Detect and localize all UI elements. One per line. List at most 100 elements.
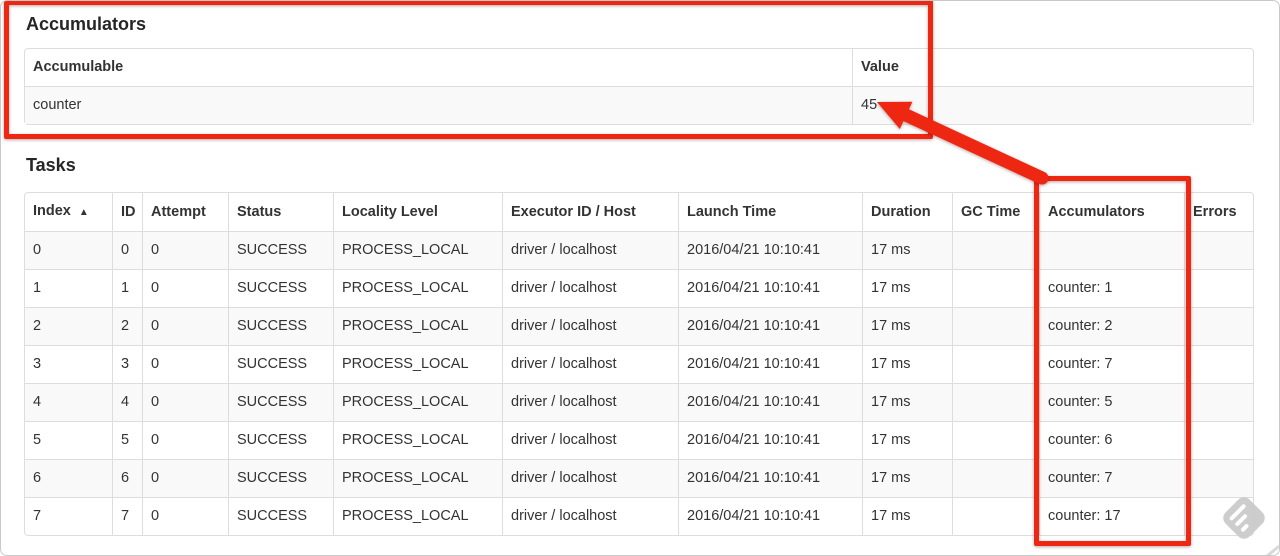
table-row: counter 45: [25, 86, 1253, 124]
cell-errors: [1184, 307, 1253, 345]
cell-locality-level: PROCESS_LOCAL: [333, 269, 502, 307]
accumulators-table-body: counter 45: [25, 86, 1253, 124]
cell-index: 2: [25, 307, 112, 345]
pointer-artifact: [1265, 544, 1279, 555]
cell-duration: 17 ms: [862, 383, 952, 421]
table-row: 6 6 0 SUCCESS PROCESS_LOCAL driver / localhos…: [25, 459, 1253, 497]
column-header-errors[interactable]: Errors: [1184, 193, 1253, 231]
cell-launch-time: 2016/04/21 10:10:41: [678, 383, 862, 421]
accumulators-table-head: Accumulable Value: [25, 49, 1253, 86]
header-row: Index ▲ ID Attempt Status Locality Level Execu…: [25, 193, 1253, 231]
cell-duration: 17 ms: [862, 269, 952, 307]
cell-accumulators: counter: 5: [1039, 383, 1184, 421]
table-row: 7 7 0 SUCCESS PROCESS_LOCAL driver / localhos…: [25, 497, 1253, 535]
cell-id: 7: [112, 497, 142, 535]
table-row: 5 5 0 SUCCESS PROCESS_LOCAL driver / localhos…: [25, 421, 1253, 459]
accumulators-table: Accumulable Value counter 45: [24, 48, 1254, 125]
cell-id: 6: [112, 459, 142, 497]
header-row: Accumulable Value: [25, 49, 1253, 86]
column-header-accumulators[interactable]: Accumulators: [1039, 193, 1184, 231]
cell-gc-time: [952, 459, 1039, 497]
column-header-duration[interactable]: Duration: [862, 193, 952, 231]
cell-launch-time: 2016/04/21 10:10:41: [678, 459, 862, 497]
tasks-table: Index ▲ ID Attempt Status Locality Level Execu…: [24, 192, 1254, 536]
table-row: 1 1 0 SUCCESS PROCESS_LOCAL driver / localhos…: [25, 269, 1253, 307]
cell-index: 1: [25, 269, 112, 307]
cell-attempt: 0: [142, 307, 228, 345]
cell-gc-time: [952, 421, 1039, 459]
cell-gc-time: [952, 345, 1039, 383]
cell-status: SUCCESS: [228, 459, 333, 497]
cell-errors: [1184, 345, 1253, 383]
cell-id: 4: [112, 383, 142, 421]
column-header-gc-time[interactable]: GC Time: [952, 193, 1039, 231]
cell-executor-id-host: driver / localhost: [502, 459, 678, 497]
cell-attempt: 0: [142, 383, 228, 421]
cell-attempt: 0: [142, 345, 228, 383]
column-header-value: Value: [852, 49, 1253, 86]
cell-accumulators: counter: 2: [1039, 307, 1184, 345]
column-header-index[interactable]: Index ▲: [25, 193, 112, 231]
cell-launch-time: 2016/04/21 10:10:41: [678, 269, 862, 307]
cell-locality-level: PROCESS_LOCAL: [333, 307, 502, 345]
cell-executor-id-host: driver / localhost: [502, 307, 678, 345]
cell-index: 6: [25, 459, 112, 497]
tasks-table-body: 0 0 0 SUCCESS PROCESS_LOCAL driver / localhos…: [25, 231, 1253, 535]
column-header-attempt[interactable]: Attempt: [142, 193, 228, 231]
cell-executor-id-host: driver / localhost: [502, 231, 678, 269]
sort-ascending-icon: ▲: [78, 207, 89, 218]
cell-launch-time: 2016/04/21 10:10:41: [678, 345, 862, 383]
cell-status: SUCCESS: [228, 269, 333, 307]
column-header-executor-id-host[interactable]: Executor ID / Host: [502, 193, 678, 231]
cell-status: SUCCESS: [228, 383, 333, 421]
cell-duration: 17 ms: [862, 231, 952, 269]
cell-gc-time: [952, 307, 1039, 345]
cell-errors: [1184, 383, 1253, 421]
table-row: 0 0 0 SUCCESS PROCESS_LOCAL driver / localhos…: [25, 231, 1253, 269]
cell-errors: [1184, 459, 1253, 497]
cell-duration: 17 ms: [862, 345, 952, 383]
tasks-table-head: Index ▲ ID Attempt Status Locality Level Execu…: [25, 193, 1253, 231]
cell-duration: 17 ms: [862, 497, 952, 535]
cell-accumulators: counter: 17: [1039, 497, 1184, 535]
cell-attempt: 0: [142, 269, 228, 307]
cell-accumulable: counter: [25, 86, 852, 124]
cell-index: 7: [25, 497, 112, 535]
cell-errors: [1184, 269, 1253, 307]
cell-attempt: 0: [142, 231, 228, 269]
cell-duration: 17 ms: [862, 459, 952, 497]
cell-executor-id-host: driver / localhost: [502, 269, 678, 307]
cell-index: 3: [25, 345, 112, 383]
cell-errors: [1184, 421, 1253, 459]
cell-executor-id-host: driver / localhost: [502, 383, 678, 421]
page-content: Accumulators Accumulable Value counter 45 …: [24, 11, 1254, 536]
cell-launch-time: 2016/04/21 10:10:41: [678, 307, 862, 345]
cell-status: SUCCESS: [228, 497, 333, 535]
cell-status: SUCCESS: [228, 231, 333, 269]
table-row: 3 3 0 SUCCESS PROCESS_LOCAL driver / localhos…: [25, 345, 1253, 383]
cell-locality-level: PROCESS_LOCAL: [333, 383, 502, 421]
cell-id: 5: [112, 421, 142, 459]
cell-index: 4: [25, 383, 112, 421]
cell-gc-time: [952, 269, 1039, 307]
cell-locality-level: PROCESS_LOCAL: [333, 497, 502, 535]
table-row: 4 4 0 SUCCESS PROCESS_LOCAL driver / localhos…: [25, 383, 1253, 421]
cell-executor-id-host: driver / localhost: [502, 345, 678, 383]
cell-id: 2: [112, 307, 142, 345]
cell-launch-time: 2016/04/21 10:10:41: [678, 231, 862, 269]
cell-launch-time: 2016/04/21 10:10:41: [678, 497, 862, 535]
spark-ui-stage-page: Accumulators Accumulable Value counter 45 …: [0, 0, 1280, 556]
cell-index: 5: [25, 421, 112, 459]
cell-id: 3: [112, 345, 142, 383]
column-header-launch-time[interactable]: Launch Time: [678, 193, 862, 231]
cell-id: 1: [112, 269, 142, 307]
column-header-status[interactable]: Status: [228, 193, 333, 231]
table-row: 2 2 0 SUCCESS PROCESS_LOCAL driver / localhos…: [25, 307, 1253, 345]
cell-accumulators: counter: 7: [1039, 459, 1184, 497]
column-header-id[interactable]: ID: [112, 193, 142, 231]
column-header-locality-level[interactable]: Locality Level: [333, 193, 502, 231]
cell-executor-id-host: driver / localhost: [502, 497, 678, 535]
cell-launch-time: 2016/04/21 10:10:41: [678, 421, 862, 459]
cell-attempt: 0: [142, 497, 228, 535]
cell-attempt: 0: [142, 459, 228, 497]
